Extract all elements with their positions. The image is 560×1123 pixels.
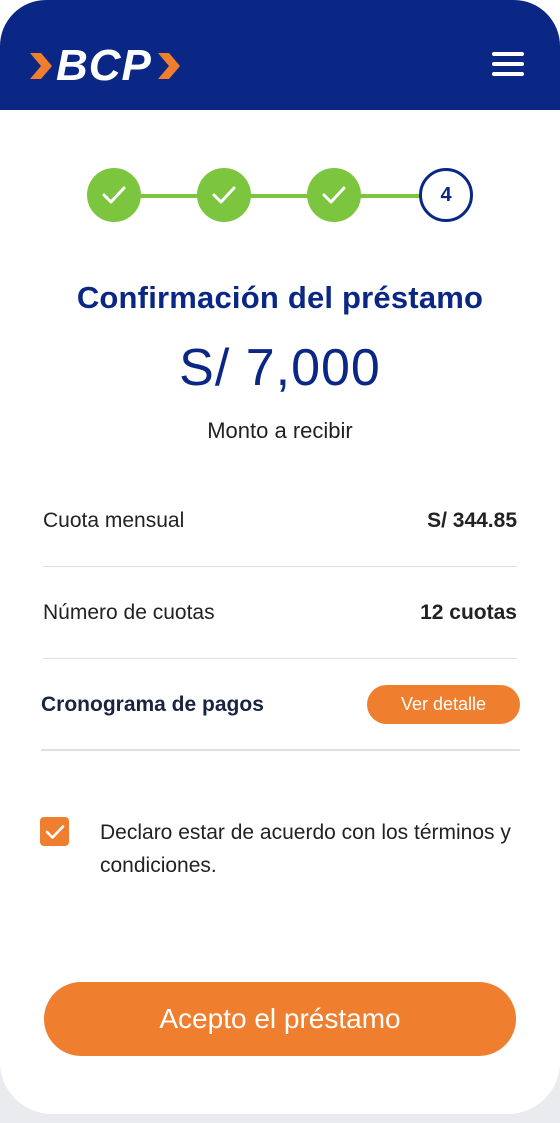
bcp-logo: BCP bbox=[28, 44, 182, 88]
terms-checkbox[interactable] bbox=[40, 817, 69, 846]
logo-left-chevron-icon bbox=[30, 53, 52, 79]
detail-value: 12 cuotas bbox=[420, 600, 517, 624]
loan-amount-label: Monto a recibir bbox=[207, 418, 353, 443]
check-icon bbox=[212, 186, 236, 204]
step-2 bbox=[197, 168, 251, 222]
view-detail-button[interactable]: Ver detalle bbox=[367, 685, 520, 724]
logo-right-chevron-icon bbox=[157, 53, 180, 79]
terms-text: Declaro estar de acuerdo con los término… bbox=[100, 821, 511, 877]
detail-label: Cuota mensual bbox=[43, 508, 185, 532]
app-screen: BCP 4 Confirmación del préstamo S/ 7,000… bbox=[0, 0, 560, 1114]
step-4-current: 4 bbox=[419, 168, 473, 222]
loan-amount: S/ 7,000 bbox=[179, 339, 381, 397]
step-3 bbox=[307, 168, 361, 222]
detail-value: S/ 344.85 bbox=[427, 508, 517, 532]
progress-stepper: 4 bbox=[0, 168, 560, 224]
accept-loan-button[interactable]: Acepto el préstamo bbox=[44, 982, 516, 1056]
detail-row-installments: Número de cuotas 12 cuotas bbox=[43, 567, 517, 659]
step-1 bbox=[87, 168, 141, 222]
check-icon bbox=[102, 186, 126, 204]
step-connector bbox=[140, 194, 200, 198]
logo-text: BCP bbox=[56, 41, 152, 90]
payment-schedule-row: Cronograma de pagos Ver detalle bbox=[41, 660, 520, 751]
step-connector bbox=[250, 194, 310, 198]
step-connector bbox=[360, 194, 422, 198]
app-header: BCP bbox=[0, 0, 560, 110]
detail-row-monthly-payment: Cuota mensual S/ 344.85 bbox=[43, 475, 517, 567]
hamburger-menu-icon[interactable] bbox=[492, 52, 526, 78]
detail-label: Número de cuotas bbox=[43, 600, 215, 624]
page-title: Confirmación del préstamo bbox=[76, 280, 484, 315]
payment-schedule-label: Cronograma de pagos bbox=[41, 692, 264, 716]
check-icon bbox=[322, 186, 346, 204]
check-icon bbox=[45, 824, 64, 839]
